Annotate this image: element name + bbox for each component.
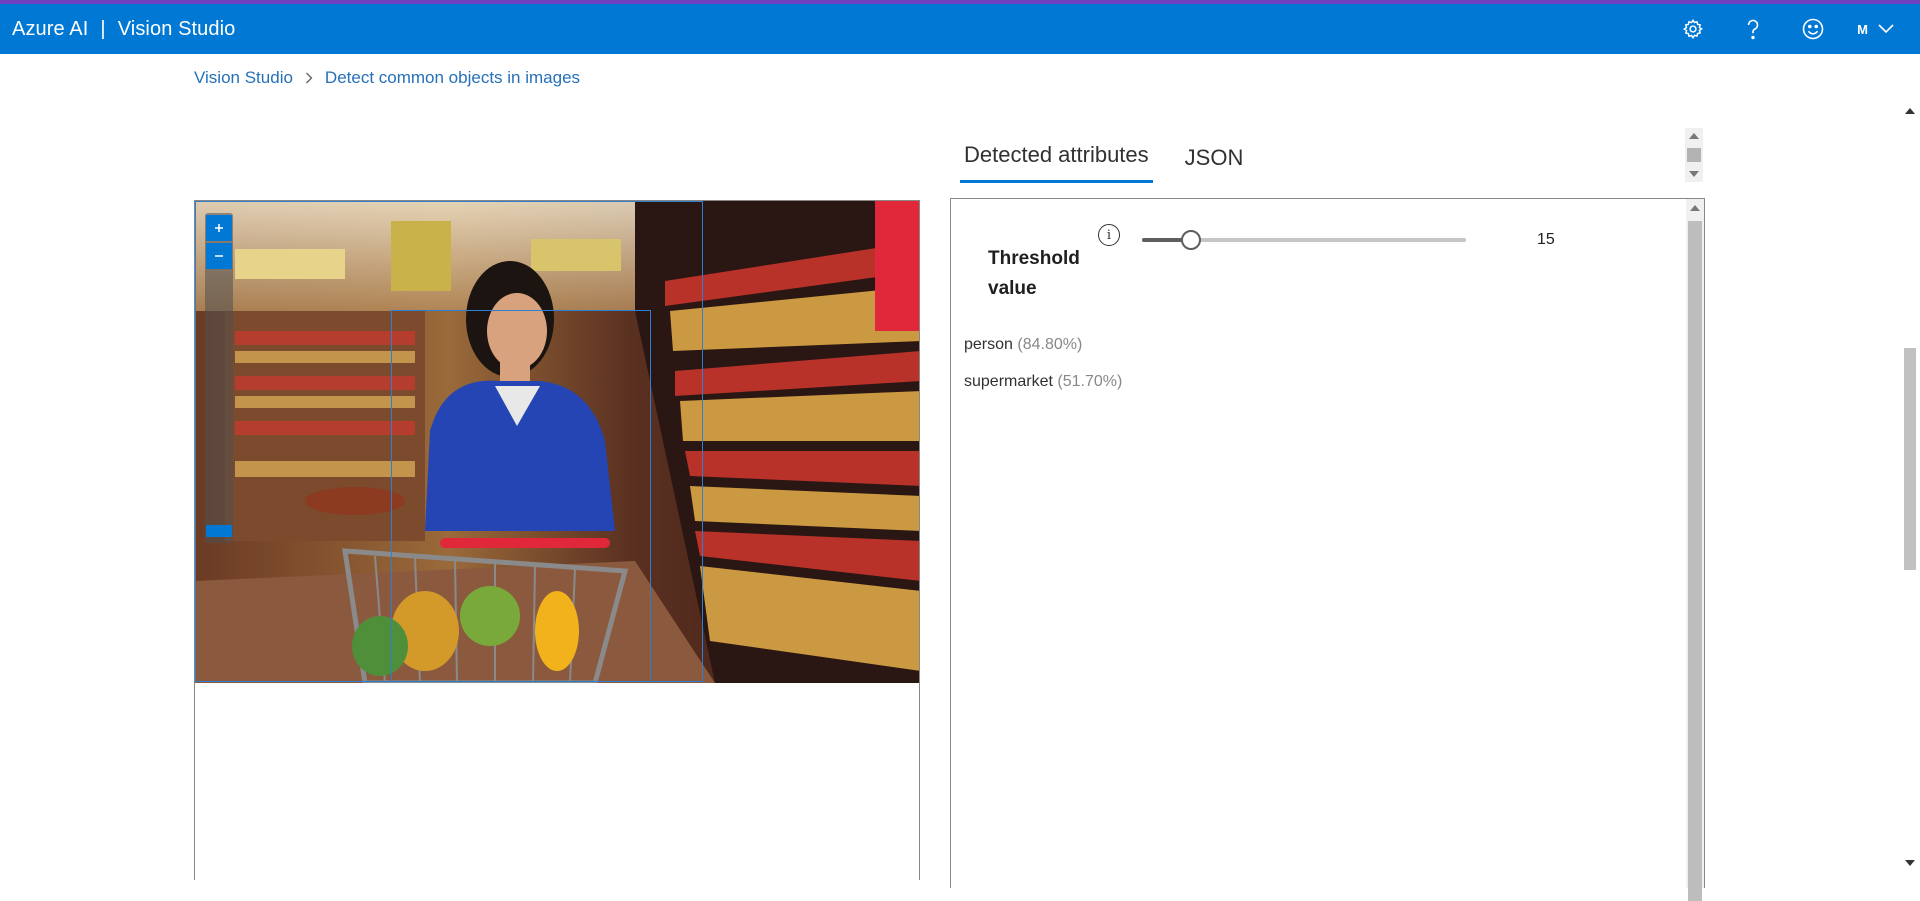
threshold-slider[interactable] <box>1142 230 1466 250</box>
plus-icon <box>215 224 223 232</box>
bounding-box-person[interactable] <box>391 310 651 682</box>
detection-name: supermarket <box>964 373 1053 390</box>
scroll-up-arrow-icon[interactable] <box>1689 133 1699 139</box>
result-tabs: Detected attributes JSON <box>960 128 1275 183</box>
detection-item: supermarket (51.70%) <box>964 372 1122 392</box>
brand[interactable]: Azure AI | Vision Studio <box>0 18 235 41</box>
product-name: Vision Studio <box>117 17 236 40</box>
zoom-slider-handle[interactable] <box>206 525 232 537</box>
tab-json[interactable]: JSON <box>1181 133 1248 183</box>
detection-confidence: (84.80%) <box>1017 336 1083 353</box>
chevron-down-icon <box>1878 24 1894 34</box>
settings-icon[interactable] <box>1663 4 1723 54</box>
page-scroll-thumb[interactable] <box>1904 348 1916 570</box>
attributes-scrollbar[interactable] <box>1686 199 1704 901</box>
scroll-up-arrow-icon[interactable] <box>1905 108 1915 114</box>
tabs-scroll-thumb[interactable] <box>1687 148 1701 162</box>
detection-list: person (84.80%) supermarket (51.70%) <box>964 335 1122 409</box>
breadcrumb-current-link[interactable]: Detect common objects in images <box>325 68 580 88</box>
zoom-in-button[interactable] <box>206 215 232 241</box>
analyzed-image <box>195 201 919 683</box>
minus-icon <box>215 255 223 257</box>
chevron-right-icon <box>305 72 313 84</box>
detected-attributes-panel: i Threshold value 15 person (84.80%) supe… <box>950 198 1705 901</box>
breadcrumb-root-link[interactable]: Vision Studio <box>194 68 293 88</box>
scroll-down-arrow-icon[interactable] <box>1689 171 1699 177</box>
zoom-control <box>205 213 233 543</box>
feedback-smiley-icon[interactable] <box>1783 4 1843 54</box>
help-icon[interactable] <box>1723 4 1783 54</box>
image-panel <box>194 200 920 880</box>
tabs-scrollbar[interactable] <box>1685 128 1703 182</box>
breadcrumb: Vision Studio Detect common objects in i… <box>194 68 580 88</box>
zoom-out-button[interactable] <box>206 243 232 269</box>
detection-name: person <box>964 336 1013 353</box>
user-menu[interactable]: M <box>1843 4 1920 54</box>
info-icon[interactable]: i <box>1098 224 1120 246</box>
tab-detected-attributes[interactable]: Detected attributes <box>960 130 1153 183</box>
brand-separator: | <box>100 17 106 40</box>
brand-name: Azure AI <box>12 17 89 40</box>
detection-item: person (84.80%) <box>964 335 1122 355</box>
scroll-down-arrow-icon[interactable] <box>1905 860 1915 866</box>
page-scrollbar[interactable] <box>1900 104 1920 870</box>
attributes-scroll-thumb[interactable] <box>1688 221 1702 901</box>
top-bar: Azure AI | Vision Studio M <box>0 0 1920 54</box>
threshold-label: Threshold value <box>988 248 1080 299</box>
threshold-value: 15 <box>1537 231 1555 248</box>
slider-thumb[interactable] <box>1180 230 1201 250</box>
scroll-up-arrow-icon[interactable] <box>1690 205 1700 211</box>
user-initial: M <box>1857 21 1868 37</box>
top-actions: M <box>1663 4 1920 54</box>
detection-confidence: (51.70%) <box>1057 373 1123 390</box>
